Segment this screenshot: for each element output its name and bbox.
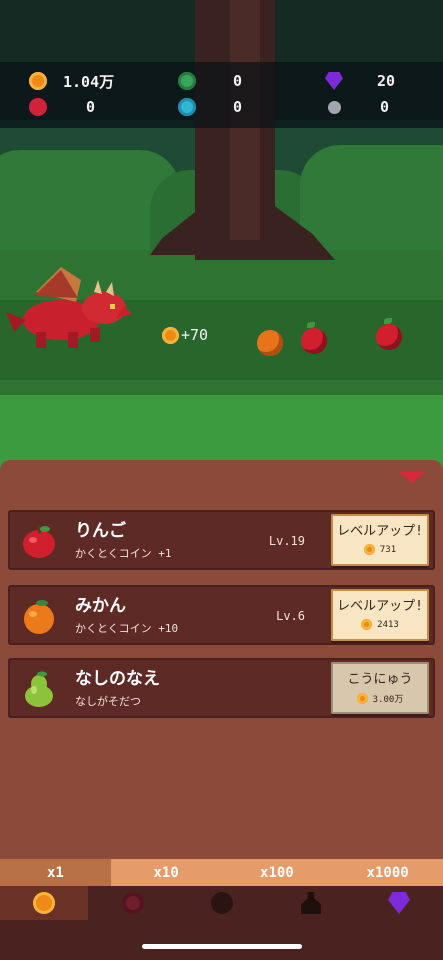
item-name: りんご [75,521,126,541]
purchase-price: 3.00万 [331,692,429,705]
level-up-button[interactable]: レベルアップ! 731 [331,514,429,566]
purchase-button[interactable]: こうにゅう 3.00万 [331,662,429,714]
shop-card-pear-sapling: なしのなえ なしがそだつ こうにゅう 3.00万 [8,658,435,718]
leaf [307,322,315,328]
price-value: 3.00万 [372,695,404,705]
green-orb-stat: 0 [178,69,242,93]
gem-icon [325,72,343,90]
blue-orb-count: 0 [233,98,243,116]
item-description: かくとくコイン +1 [75,547,172,560]
stone-icon [328,100,341,114]
coin-count: 1.04万 [63,72,115,91]
purchase-label: こうにゅう [347,672,413,687]
collapse-panel-arrow-icon[interactable] [399,472,425,483]
upgrade-price: 2413 [331,619,429,630]
ruby-icon [122,892,144,914]
item-level: Lv.19 [268,534,305,548]
level-up-label: レベルアップ! [337,599,423,614]
dark-orb-icon [211,892,233,914]
bottle-icon [301,892,321,914]
coin-icon [356,693,368,704]
falling-orange[interactable] [257,330,283,356]
green-orb-count: 0 [233,72,243,90]
coin-icon [363,544,375,555]
gem-stat: 20 [325,69,395,93]
coin-icon [361,619,373,630]
falling-apple[interactable] [376,324,402,350]
ruby-count: 0 [86,98,96,116]
nav-ruby-tab[interactable] [89,886,177,920]
price-value: 2413 [377,619,399,630]
front-grass [0,395,443,470]
ruby-icon [29,98,47,116]
gem-count: 20 [377,72,396,90]
coin-gain-text: +70 [181,326,209,344]
multiplier-x10[interactable]: x10 [111,859,222,886]
level-up-label: レベルアップ! [337,524,423,539]
stone-stat: 0 [325,95,389,119]
blue-orb-icon [178,98,196,116]
item-level: Lv.6 [276,609,305,623]
coin-icon [29,72,47,90]
gem-icon [388,892,410,914]
upgrade-price: 731 [331,544,429,555]
stone-count: 0 [380,98,390,116]
ruby-stat: 0 [29,95,95,119]
upgrade-card-orange: みかん かくとくコイン +10 Lv.6 レベルアップ! 2413 [8,585,435,645]
orange-icon [24,600,54,634]
home-indicator[interactable] [142,944,302,949]
multiplier-x1[interactable]: x1 [0,859,111,886]
item-name: なしのなえ [75,669,160,689]
coin-stat: 1.04万 [29,69,114,93]
leaf [384,318,392,324]
blue-orb-stat: 0 [178,95,242,119]
multiplier-tabs: x1 x10 x100 x1000 [0,859,443,886]
green-orb-icon [178,72,196,90]
nav-gem-tab[interactable] [355,886,443,920]
item-description: なしがそだつ [75,695,141,708]
resource-bar: 1.04万 0 20 0 0 0 [0,62,443,128]
nav-orb-tab[interactable] [178,886,266,920]
bush [300,145,443,260]
multiplier-x100[interactable]: x100 [222,859,333,886]
multiplier-x1000[interactable]: x1000 [332,859,443,886]
coin-icon [33,892,55,914]
nav-bottle-tab[interactable] [267,886,355,920]
item-description: かくとくコイン +10 [75,622,179,635]
nav-coin-tab[interactable] [0,886,88,920]
apple-icon [23,525,55,558]
upgrade-panel: りんご かくとくコイン +1 Lv.19 レベルアップ! 731 みかん かくと… [0,460,443,860]
item-name: みかん [75,596,126,616]
pear-icon [25,671,53,707]
falling-apple[interactable] [301,328,327,354]
coin-icon [162,326,179,344]
level-up-button[interactable]: レベルアップ! 2413 [331,589,429,641]
dragon-character[interactable] [6,262,132,354]
upgrade-card-apple: りんご かくとくコイン +1 Lv.19 レベルアップ! 731 [8,510,435,570]
price-value: 731 [379,544,397,555]
coin-gain-popup: +70 [162,326,208,344]
